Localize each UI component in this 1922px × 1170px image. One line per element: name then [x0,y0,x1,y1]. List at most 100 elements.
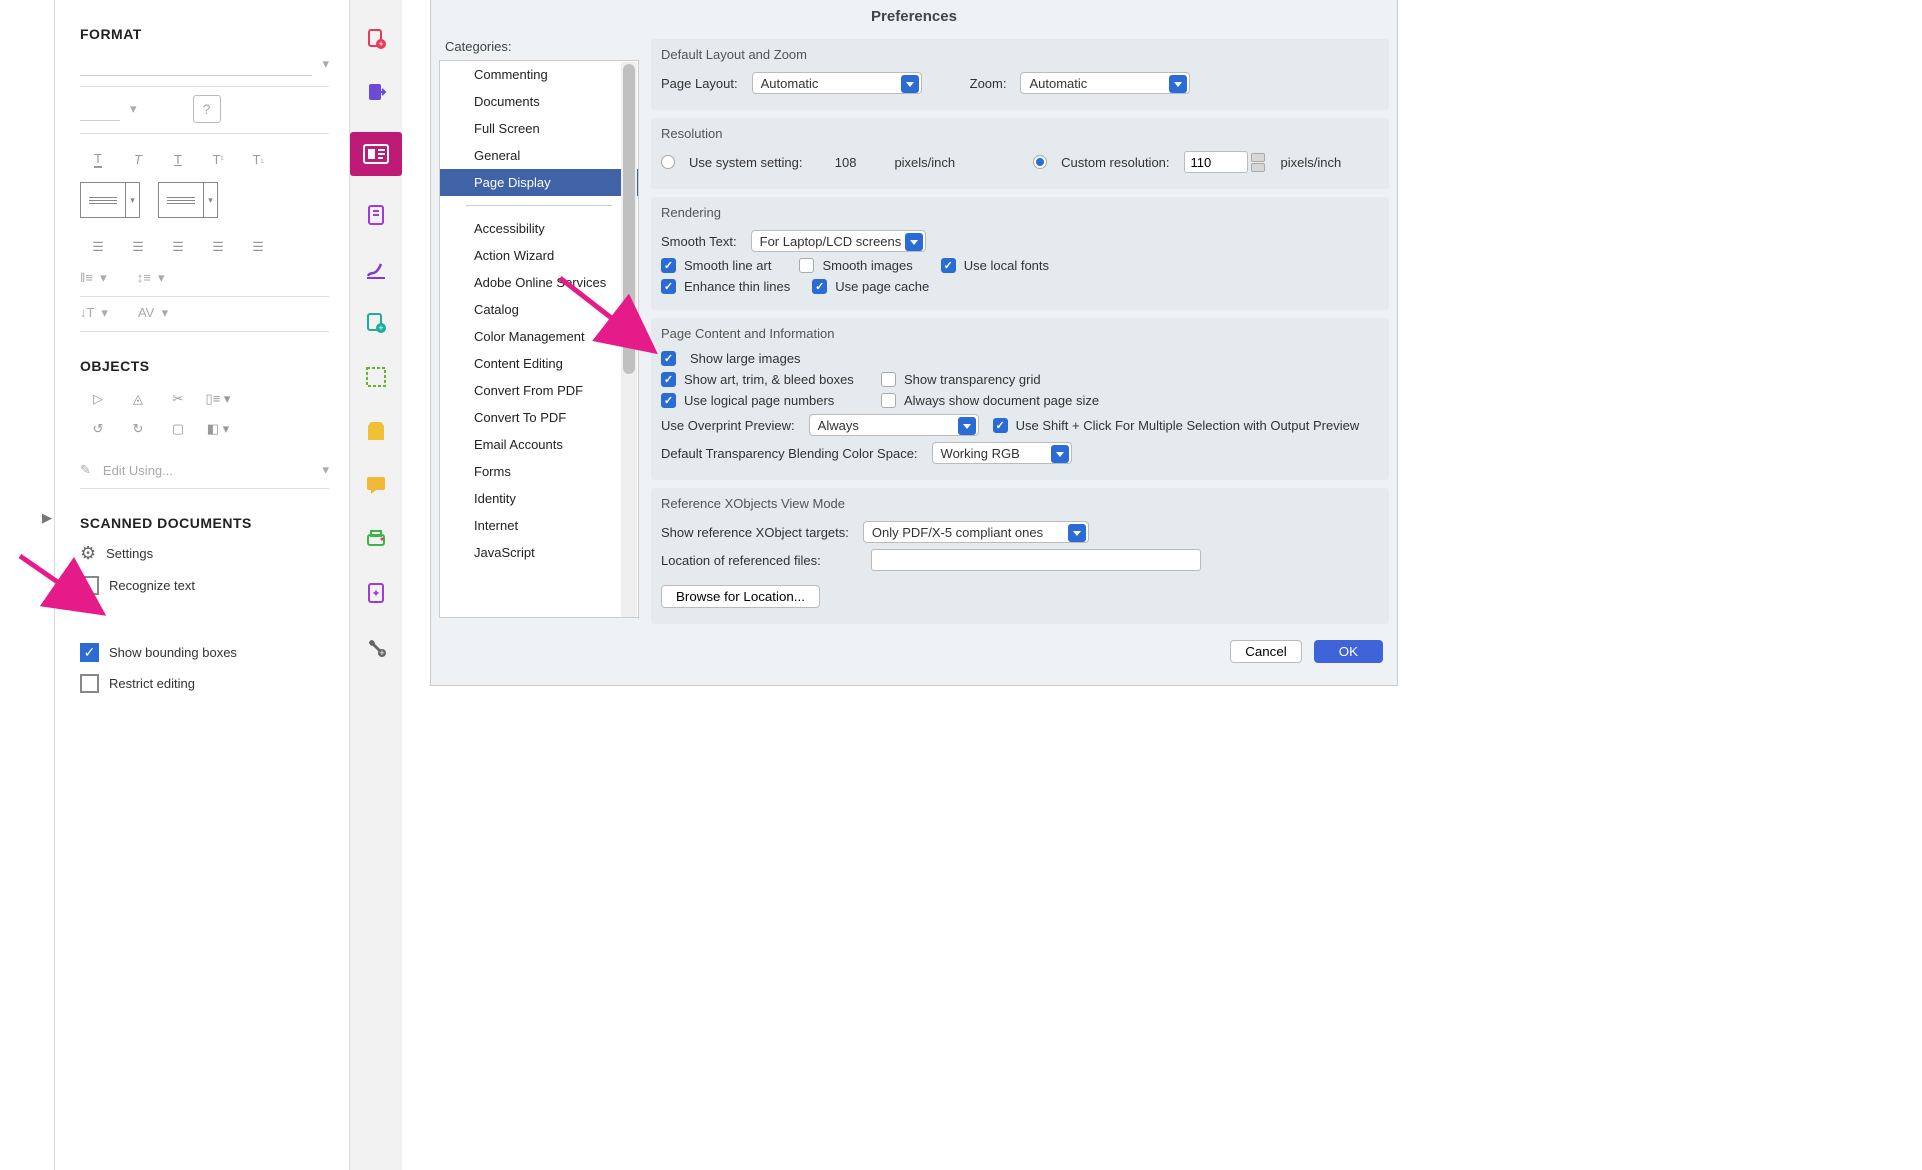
edit-pdf-icon[interactable] [350,132,402,176]
superscript-tool[interactable]: T¹ [200,144,236,174]
more-tools-icon[interactable]: + [361,632,391,662]
category-accessibility[interactable]: Accessibility [440,215,638,242]
always-show-size-checkbox[interactable] [881,393,896,408]
align-left[interactable]: ☰ [80,232,116,262]
bullet-list-tool[interactable]: ▾ [80,182,140,218]
category-convert-to[interactable]: Convert To PDF [440,404,638,431]
combine-files-icon[interactable]: + [361,308,391,338]
smooth-images-checkbox[interactable] [799,258,814,273]
format-panel: FORMAT ▾ ▾? T T T T¹ T₁ ▾ ▾ ☰ ☰ ☰ ☰ ☰ ‖≡… [60,0,350,1170]
align-center[interactable]: ☰ [120,232,156,262]
use-local-fonts-checkbox[interactable] [941,258,956,273]
category-page-display[interactable]: Page Display [440,169,638,196]
font-style-select[interactable] [80,97,120,121]
smooth-line-art-checkbox[interactable] [661,258,676,273]
enhance-scans-icon[interactable]: ✦ [361,578,391,608]
show-bounding-boxes-label: Show bounding boxes [109,645,237,660]
categories-list[interactable]: Commenting Documents Full Screen General… [439,60,639,618]
zoom-select[interactable]: Automatic [1020,72,1190,94]
show-bounding-boxes-checkbox[interactable]: ✓ [80,643,99,662]
category-general[interactable]: General [440,142,638,169]
categories-scrollbar[interactable] [621,62,637,618]
help-icon[interactable]: ? [193,95,221,123]
rotate-ccw[interactable]: ↺ [80,414,116,444]
category-divider [466,205,612,206]
restrict-editing-checkbox[interactable] [80,674,99,693]
use-page-cache-checkbox[interactable] [812,279,827,294]
browse-location-button[interactable]: Browse for Location... [661,585,820,608]
overprint-select[interactable]: Always [809,414,979,436]
fill-sign-icon[interactable] [361,254,391,284]
use-shift-click-checkbox[interactable] [993,418,1008,433]
location-input[interactable] [871,549,1201,571]
print-production-icon[interactable] [361,524,391,554]
category-documents[interactable]: Documents [440,88,638,115]
category-catalog[interactable]: Catalog [440,296,638,323]
font-family-select[interactable] [80,52,312,76]
bold-tool[interactable]: T [120,144,156,174]
color-picker[interactable]: T [80,144,116,174]
svg-text:✦: ✦ [371,588,380,600]
replace-image[interactable]: ▢ [160,414,196,444]
show-art-trim-checkbox[interactable] [661,372,676,387]
organize-pages-icon[interactable] [361,200,391,230]
align-right[interactable]: ☰ [160,232,196,262]
page-layout-select[interactable]: Automatic [752,72,922,94]
comment-icon[interactable] [361,470,391,500]
preferences-main: Default Layout and Zoom Page Layout: Aut… [651,39,1389,675]
flip-vertical[interactable]: ◬ [120,384,156,414]
smooth-text-select[interactable]: For Laptop/LCD screens [751,230,927,252]
line-spacing-tool[interactable]: ‖≡ ▾ [80,270,107,286]
create-pdf-icon[interactable]: + [361,24,391,54]
show-targets-select[interactable]: Only PDF/X-5 compliant ones [863,521,1089,543]
category-email[interactable]: Email Accounts [440,431,638,458]
cancel-button[interactable]: Cancel [1230,640,1302,663]
overprint-label: Use Overprint Preview: [661,418,795,433]
underline-tool[interactable]: T [160,144,196,174]
crop-tool[interactable]: ✂ [160,384,196,414]
align-more[interactable]: ☰ [240,232,276,262]
category-full-screen[interactable]: Full Screen [440,115,638,142]
category-identity[interactable]: Identity [440,485,638,512]
category-commenting[interactable]: Commenting [440,61,638,88]
category-content-editing[interactable]: Content Editing [440,350,638,377]
restrict-editing-label: Restrict editing [109,676,195,691]
blending-select[interactable]: Working RGB [932,442,1072,464]
show-large-images-checkbox[interactable] [661,351,676,366]
edit-using-label[interactable]: Edit Using... [103,463,173,478]
category-internet[interactable]: Internet [440,512,638,539]
category-adobe-online[interactable]: Adobe Online Services [440,269,638,296]
export-pdf-icon[interactable] [361,78,391,108]
measure-icon[interactable] [361,362,391,392]
show-transparency-grid-checkbox[interactable] [881,372,896,387]
rotate-cw[interactable]: ↻ [120,414,156,444]
number-list-tool[interactable]: ▾ [158,182,218,218]
enhance-thin-lines-checkbox[interactable] [661,279,676,294]
recognize-text-checkbox[interactable] [80,576,99,595]
arrange-objects[interactable]: ◧ ▾ [200,414,236,444]
system-resolution-radio[interactable] [661,155,675,169]
settings-label[interactable]: Settings [106,546,153,561]
horizontal-scale-tool[interactable]: ↓T ▾ [80,305,108,321]
category-action-wizard[interactable]: Action Wizard [440,242,638,269]
pencil-icon: ✎ [80,462,91,478]
custom-resolution-input[interactable] [1184,151,1248,173]
char-spacing-tool[interactable]: AV ▾ [138,305,168,321]
category-javascript[interactable]: JavaScript [440,539,638,566]
category-forms[interactable]: Forms [440,458,638,485]
custom-resolution-stepper[interactable] [1184,151,1267,173]
format-heading: FORMAT [80,26,329,42]
align-justify[interactable]: ☰ [200,232,236,262]
optimize-pdf-icon[interactable] [361,416,391,446]
system-resolution-label: Use system setting: [689,155,802,170]
category-convert-from[interactable]: Convert From PDF [440,377,638,404]
subscript-tool[interactable]: T₁ [240,144,276,174]
custom-resolution-radio[interactable] [1033,155,1047,169]
category-color-mgmt[interactable]: Color Management [440,323,638,350]
paragraph-spacing-tool[interactable]: ↕≡ ▾ [137,270,165,286]
pane-toggle[interactable]: ▶ [42,510,52,526]
align-objects[interactable]: ▯≡ ▾ [200,384,236,414]
flip-horizontal[interactable]: ▷ [80,384,116,414]
ok-button[interactable]: OK [1314,640,1383,663]
use-logical-page-numbers-checkbox[interactable] [661,393,676,408]
